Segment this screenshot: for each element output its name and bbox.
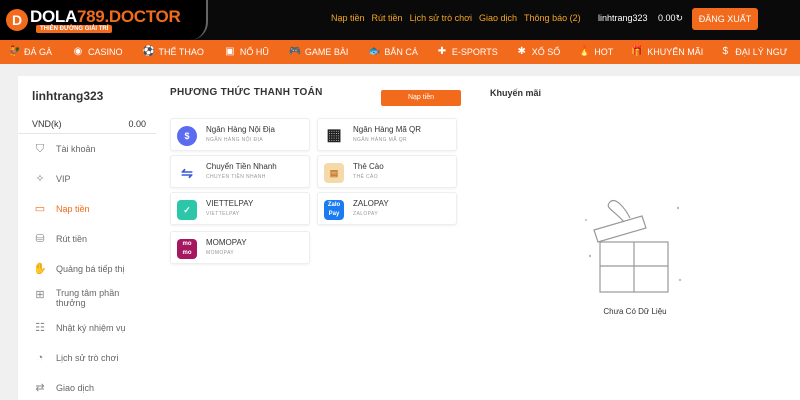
account-shield-icon: ⛉ [35,143,45,155]
sidebar-item-withdraw[interactable]: ⛁ Rút tiền [32,232,87,246]
refresh-icon[interactable]: ↻ [676,13,684,23]
sidebar-item-task-log[interactable]: ☷ Nhật ký nhiệm vụ [32,321,125,335]
withdraw-coins-icon: ⛁ [35,233,45,245]
gamepad-icon: 🎮 [288,46,302,57]
sidebar-item-game-history[interactable]: ◔ Lịch sử trò chơi [32,351,119,365]
payment-methods-panel: PHƯƠNG THỨC THANH TOÁN Nạp tiền $ Ngân H… [156,76,476,400]
payment-method-viettelpay[interactable]: ✓ VIETTELPAY VIETTELPAY [170,192,310,225]
nav-item-da-ga[interactable]: 🐓 ĐÁ GÀ [8,40,52,64]
viettelpay-icon: ✓ [177,200,197,220]
task-list-icon: ☷ [35,322,45,334]
payment-title: PHƯƠNG THỨC THANH TOÁN [170,87,323,98]
deposit-tab[interactable]: Nạp tiền [381,90,461,106]
top-link-transactions[interactable]: Giao dịch [479,13,517,23]
nav-item-game-bai[interactable]: 🎮 GAME BÀI [289,40,349,64]
fire-icon: 🔥 [578,46,591,57]
payment-method-scratch-card[interactable]: ▤ Thẻ Cào THẺ CÀO [317,155,457,188]
sidebar-item-deposit[interactable]: ▭ Nạp tiền [32,202,90,216]
casino-chip-icon: ◉ [73,46,83,57]
top-link-deposit[interactable]: Nạp tiền [331,13,365,23]
fish-icon: 🐟 [368,46,381,57]
nav-item-casino[interactable]: ◉ CASINO [72,40,123,64]
rooster-icon: 🐓 [8,46,21,57]
top-link-notifications[interactable]: Thông báo (2) [524,13,581,23]
momo-icon: mo mo [177,239,197,259]
gift-icon: 🎁 [631,46,644,57]
sidebar-item-account[interactable]: ⛉ Tài khoản [32,142,96,156]
fast-transfer-icon: ⇋ [177,163,197,183]
divider [18,133,156,134]
sidebar-item-vip[interactable]: ✧ VIP [32,172,70,186]
payment-method-momopay[interactable]: mo mo MOMOPAY MOMOPAY [170,231,310,264]
header-username: linhtrang323 [598,13,648,23]
zalopay-icon: Zalo Pay [324,200,344,220]
vip-star-icon: ✧ [35,173,45,185]
logo[interactable]: D DOLA789.DOCTOR THIÊN ĐƯỜNG GIẢI TRÍ [0,0,208,40]
qr-code-icon: ▦ [324,126,344,146]
nav-item-e-sports[interactable]: ✚ E-SPORTS [436,40,498,64]
sidebar-amount: 0.00 [128,119,146,129]
nav-item-no-hu[interactable]: ▣ NỔ HŨ [224,40,269,64]
payment-method-fast-transfer[interactable]: ⇋ Chuyển Tiền Nhanh CHUYỂN TIỀN NHANH [170,155,310,188]
payment-method-qr-bank[interactable]: ▦ Ngân Hàng Mã QR NGÂN HÀNG MÃ QR [317,118,457,151]
top-link-game-history[interactable]: Lịch sử trò chơi [410,13,472,23]
nav-item-the-thao[interactable]: ⚽ THỂ THAO [143,40,204,64]
transaction-icon: ⇄ [35,382,45,394]
sidebar-currency: VND(k) [32,119,62,129]
deposit-card-icon: ▭ [34,203,46,215]
logo-text: DOLA789.DOCTOR [30,7,181,26]
sidebar-username: linhtrang323 [32,89,104,103]
top-link-withdraw[interactable]: Rút tiền [372,13,403,23]
main-nav: 🐓 ĐÁ GÀ ◉ CASINO ⚽ THỂ THAO ▣ NỔ HŨ 🎮 GAME BÀ… [0,40,800,64]
nav-item-dai-ly[interactable]: $ ĐẠI LÝ NGƯ [719,40,788,64]
sidebar-item-marketing[interactable]: ✋ Quảng bá tiếp thị [32,262,124,276]
agent-icon: $ [722,46,729,57]
top-header: D DOLA789.DOCTOR THIÊN ĐƯỜNG GIẢI TRÍ Nạ… [0,0,800,40]
payment-method-domestic-bank[interactable]: $ Ngân Hàng Nội Địa NGÂN HÀNG NỘI ĐỊA [170,118,310,151]
logo-tagline: THIÊN ĐƯỜNG GIẢI TRÍ [36,25,113,33]
sidebar-item-transactions[interactable]: ⇄ Giao dịch [32,381,94,395]
logo-badge-icon: D [6,9,28,31]
nav-item-hot[interactable]: 🔥 HOT [578,40,613,64]
sidebar-item-rewards[interactable]: ⊞ Trung tâm phần thưởng [32,288,136,308]
payment-method-zalopay[interactable]: Zalo Pay ZALOPAY ZALOPAY [317,192,457,225]
scratch-card-icon: ▤ [324,163,344,183]
top-links: Nạp tiền Rút tiền Lịch sử trò chơi Giao … [331,13,581,23]
header-balance: 0.00↻ [658,13,684,23]
megaphone-icon: ✋ [33,263,47,275]
nav-item-xo-so[interactable]: ✱ XỔ SỐ [516,40,561,64]
bank-coin-icon: $ [177,126,197,146]
logout-button[interactable]: ĐĂNG XUẤT [692,8,758,30]
reward-gift-icon: ⊞ [35,289,45,301]
empty-gift-box-icon [585,200,682,293]
soccer-ball-icon: ⚽ [142,46,155,57]
slot-machine-icon: ▣ [225,46,235,57]
nav-item-khuyen-mai[interactable]: 🎁 KHUYẾN MÃI [631,40,703,64]
controller-icon: ✚ [437,46,447,57]
promotions-panel: Khuyến mãi Chưa Có Dữ Liệu [476,76,800,400]
promo-title: Khuyến mãi [490,88,542,98]
account-sidebar: linhtrang323 VND(k) 0.00 ⛉ Tài khoản ✧ VIP… [18,76,156,400]
empty-state-text: Chưa Có Dữ Liệu [603,307,667,316]
lottery-icon: ✱ [517,46,526,57]
nav-item-ban-ca[interactable]: 🐟 BẮN CÁ [368,40,418,64]
game-history-icon: ◔ [36,352,44,364]
